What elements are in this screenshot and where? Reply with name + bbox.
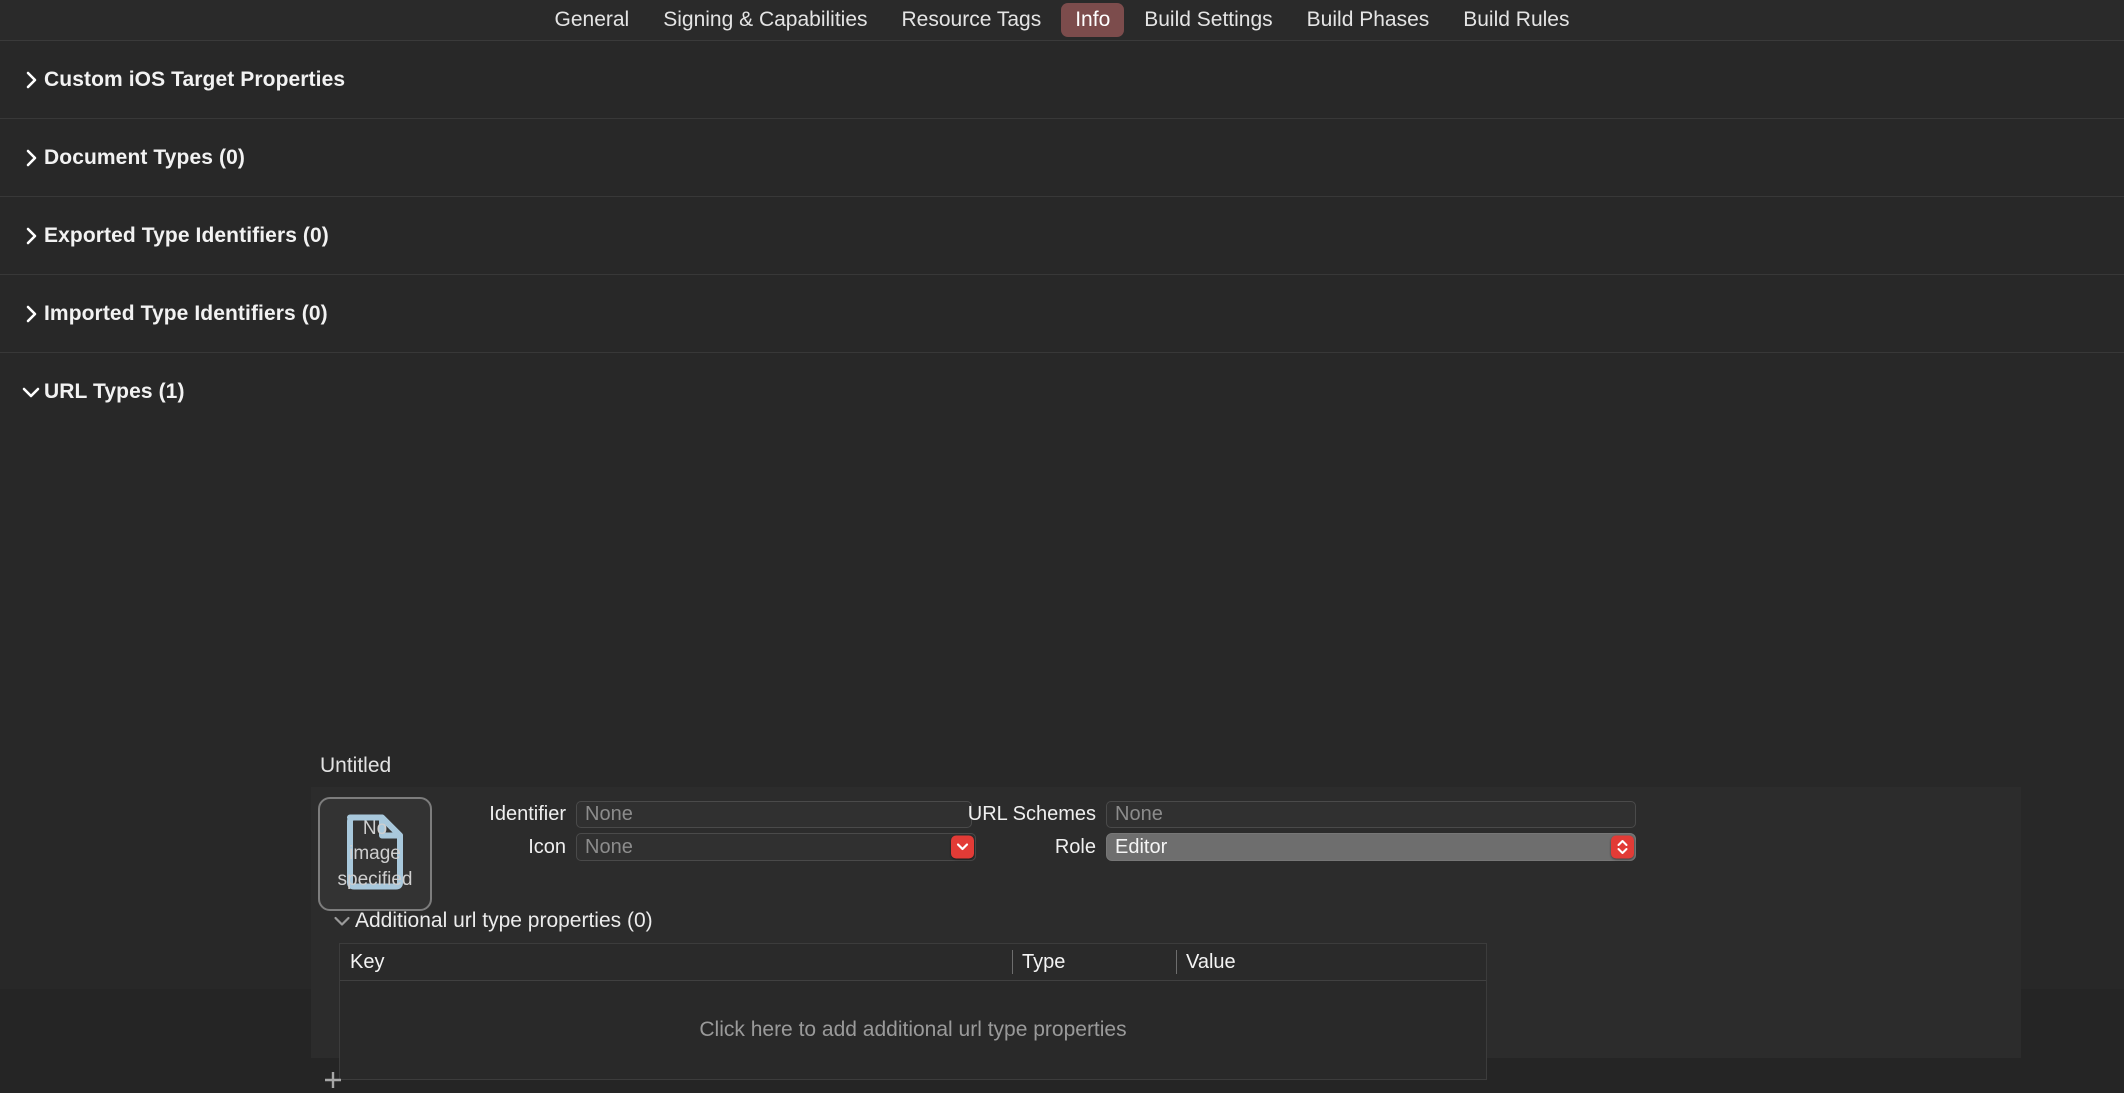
- icon-label: Icon: [528, 835, 566, 858]
- url-schemes-placeholder: None: [1115, 803, 1163, 825]
- column-header-type[interactable]: Type: [1012, 944, 1176, 980]
- icon-placeholder: None: [585, 835, 633, 858]
- column-header-value[interactable]: Value: [1176, 944, 1486, 980]
- tab-resource-tags[interactable]: Resource Tags: [888, 3, 1056, 36]
- tab-build-phases[interactable]: Build Phases: [1293, 3, 1444, 36]
- chevron-up-down-icon: [1617, 840, 1628, 854]
- section-title: Imported Type Identifiers (0): [44, 301, 328, 325]
- section-document-types[interactable]: Document Types (0): [0, 119, 2124, 197]
- role-label: Role: [1054, 835, 1096, 858]
- chevron-down-icon[interactable]: [329, 915, 355, 927]
- tab-build-rules[interactable]: Build Rules: [1449, 3, 1583, 36]
- icon-input[interactable]: None: [576, 833, 976, 861]
- section-exported-type-identifiers[interactable]: Exported Type Identifiers (0): [0, 197, 2124, 275]
- chevron-right-icon[interactable]: [18, 227, 44, 245]
- document-icon: [342, 813, 408, 896]
- tab-info[interactable]: Info: [1061, 3, 1125, 37]
- chevron-right-icon[interactable]: [18, 149, 44, 167]
- section-title: Custom iOS Target Properties: [44, 67, 346, 91]
- role-value[interactable]: Editor: [1106, 833, 1636, 861]
- chevron-right-icon[interactable]: [18, 305, 44, 323]
- role-field-row: Role Editor: [946, 833, 1636, 861]
- section-title: URL Types (1): [44, 380, 185, 403]
- identifier-placeholder: None: [585, 803, 633, 825]
- section-title: Exported Type Identifiers (0): [44, 223, 329, 247]
- icon-combobox[interactable]: None: [576, 833, 976, 861]
- additional-properties-label: Additional url type properties (0): [355, 909, 653, 932]
- url-type-item-title: Untitled: [320, 754, 392, 777]
- section-title: Document Types (0): [44, 145, 245, 169]
- tab-signing-capabilities[interactable]: Signing & Capabilities: [649, 3, 881, 36]
- icon-well[interactable]: No image specified: [318, 797, 432, 911]
- table-empty-state[interactable]: Click here to add additional url type pr…: [340, 981, 1486, 1079]
- url-types-body: Untitled No image specified Identifier N…: [0, 431, 2124, 1088]
- identifier-input[interactable]: None: [576, 801, 972, 828]
- section-url-types[interactable]: URL Types (1): [0, 353, 2124, 431]
- add-url-type-button[interactable]: [320, 1067, 346, 1093]
- column-header-key[interactable]: Key: [340, 944, 1012, 980]
- section-custom-ios-target-properties[interactable]: Custom iOS Target Properties: [0, 41, 2124, 119]
- chevron-right-icon[interactable]: [18, 71, 44, 89]
- tab-build-settings[interactable]: Build Settings: [1130, 3, 1286, 36]
- target-editor-tabbar: General Signing & Capabilities Resource …: [0, 0, 2124, 41]
- table-header-row: Key Type Value: [340, 944, 1486, 981]
- plus-icon: [325, 1072, 341, 1088]
- chevron-down-icon[interactable]: [18, 386, 44, 399]
- url-schemes-input[interactable]: None: [1106, 801, 1636, 828]
- tab-general[interactable]: General: [541, 3, 644, 36]
- role-selected-option: Editor: [1115, 835, 1168, 858]
- url-schemes-label: URL Schemes: [967, 803, 1096, 825]
- url-schemes-field-row: URL Schemes None: [946, 801, 1636, 828]
- url-type-card: No image specified Identifier None Icon …: [311, 787, 2021, 1080]
- section-imported-type-identifiers[interactable]: Imported Type Identifiers (0): [0, 275, 2124, 353]
- identifier-field-row: Identifier None: [441, 801, 972, 828]
- role-stepper-button[interactable]: [1611, 835, 1634, 859]
- additional-properties-disclosure[interactable]: Additional url type properties (0): [329, 909, 653, 933]
- additional-properties-table: Key Type Value Click here to add additio…: [339, 943, 1487, 1080]
- role-popup-button[interactable]: Editor: [1106, 833, 1636, 861]
- identifier-label: Identifier: [489, 803, 566, 825]
- icon-field-row: Icon None: [441, 833, 976, 861]
